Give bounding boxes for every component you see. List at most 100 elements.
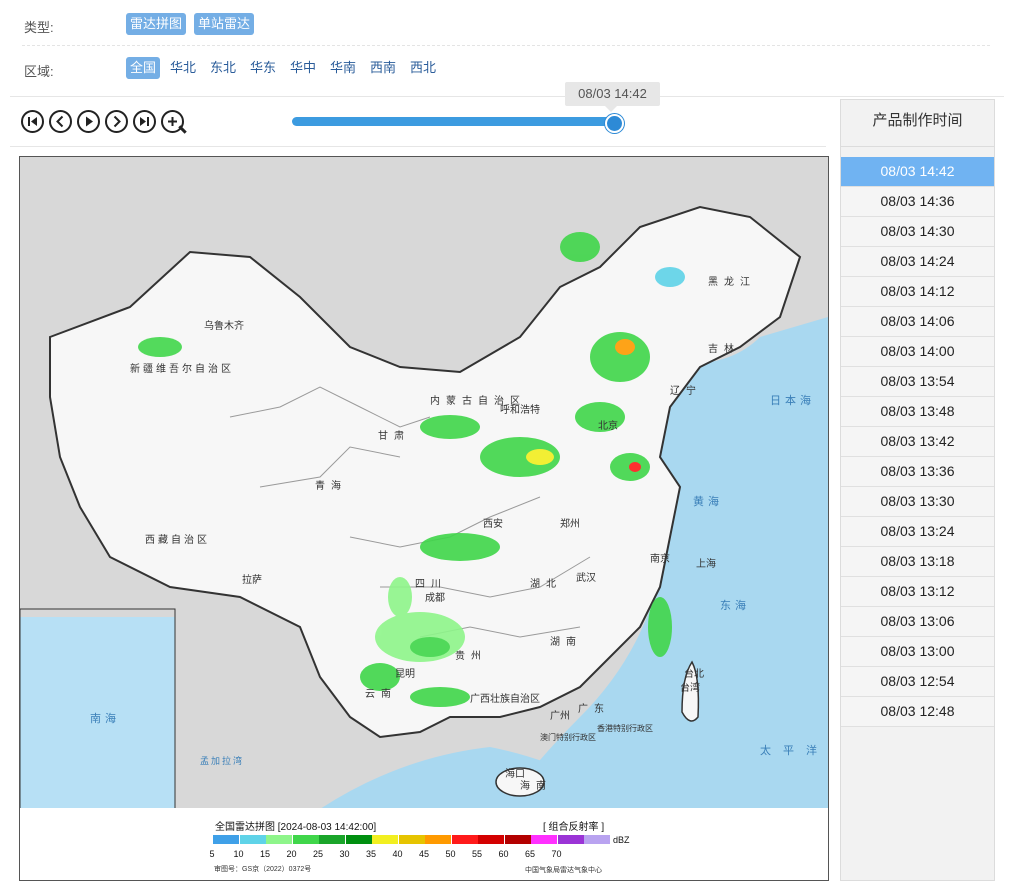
region-option-north[interactable]: 华北 bbox=[166, 57, 200, 79]
time-item[interactable]: 08/03 13:36 bbox=[841, 457, 994, 487]
legend-value: 5 bbox=[209, 849, 215, 859]
map-label-macau: 澳门特别行政区 bbox=[540, 733, 596, 742]
legend-value: 50 bbox=[445, 849, 456, 859]
map-label-tibet: 西藏自治区 bbox=[145, 535, 210, 546]
header-divider bbox=[10, 96, 1004, 97]
time-item[interactable]: 08/03 13:54 bbox=[841, 367, 994, 397]
legend-swatch bbox=[451, 835, 478, 844]
map-label-heilongjiang: 黑龙江 bbox=[708, 277, 756, 288]
region-option-southwest[interactable]: 西南 bbox=[366, 57, 400, 79]
legend-value: 20 bbox=[286, 849, 297, 859]
map-label-huhehaote: 呼和浩特 bbox=[500, 405, 540, 416]
radar-map[interactable]: 新疆维吾尔自治区 乌鲁木齐 西藏自治区 拉萨 青海 甘肃 内蒙古自治区 呼和浩特… bbox=[19, 156, 829, 810]
map-label-haikou: 海口 bbox=[505, 769, 525, 780]
legend-value: 70 bbox=[551, 849, 562, 859]
sea-label-bengal: 孟加拉湾 bbox=[200, 756, 245, 766]
type-option-radar-mosaic[interactable]: 雷达拼图 bbox=[126, 13, 187, 35]
map-label-guizhou: 贵州 bbox=[455, 651, 487, 662]
time-item[interactable]: 08/03 13:24 bbox=[841, 517, 994, 547]
time-item[interactable]: 08/03 14:00 bbox=[841, 337, 994, 367]
sea-label-south: 南海 bbox=[90, 713, 120, 725]
legend-footer-right: 中国气象局雷达气象中心 bbox=[525, 867, 602, 874]
time-item[interactable]: 08/03 14:12 bbox=[841, 277, 994, 307]
legend-value: 30 bbox=[339, 849, 350, 859]
legend-swatch bbox=[319, 835, 345, 844]
play-button[interactable] bbox=[77, 110, 100, 133]
region-option-central[interactable]: 华中 bbox=[286, 57, 320, 79]
map-legend: 全国雷达拼图 [2024-08-03 14:42:00] [ 组合反射率 ] d… bbox=[19, 808, 829, 881]
legend-swatch bbox=[266, 835, 292, 844]
time-item[interactable]: 08/03 14:36 bbox=[841, 187, 994, 217]
skip-first-icon bbox=[28, 117, 37, 126]
controls-divider bbox=[10, 146, 826, 147]
legend-swatch bbox=[584, 835, 610, 844]
time-item[interactable]: 08/03 13:30 bbox=[841, 487, 994, 517]
region-label: 区域: bbox=[24, 64, 54, 79]
time-item[interactable]: 08/03 14:42 bbox=[841, 157, 994, 187]
legend-swatch bbox=[398, 835, 425, 844]
legend-swatch bbox=[531, 835, 557, 844]
last-frame-button[interactable] bbox=[133, 110, 156, 133]
map-label-hubei: 湖北 bbox=[530, 579, 562, 590]
legend-swatch bbox=[239, 835, 266, 844]
time-item[interactable]: 08/03 12:54 bbox=[841, 667, 994, 697]
time-item[interactable]: 08/03 13:18 bbox=[841, 547, 994, 577]
map-label-urumqi: 乌鲁木齐 bbox=[204, 321, 244, 332]
time-tooltip: 08/03 14:42 bbox=[565, 82, 660, 112]
map-label-nanjing: 南京 bbox=[650, 554, 670, 565]
legend-swatch bbox=[345, 835, 372, 844]
next-frame-button[interactable] bbox=[105, 110, 128, 133]
region-option-northwest[interactable]: 西北 bbox=[406, 57, 440, 79]
time-item[interactable]: 08/03 13:00 bbox=[841, 637, 994, 667]
map-label-guangdong: 广东 bbox=[578, 704, 610, 715]
time-item[interactable]: 08/03 14:24 bbox=[841, 247, 994, 277]
map-label-zhengzhou: 郑州 bbox=[560, 519, 580, 530]
region-option-south[interactable]: 华南 bbox=[326, 57, 360, 79]
region-option-all[interactable]: 全国 bbox=[126, 57, 161, 79]
legend-value: 40 bbox=[392, 849, 403, 859]
time-panel: 产品制作时间 08/03 14:42 08/03 14:36 08/03 14:30… bbox=[840, 99, 995, 881]
map-label-jilin: 吉林 bbox=[708, 344, 740, 355]
map-label-qinghai: 青海 bbox=[315, 481, 347, 492]
timeline-slider-thumb[interactable] bbox=[605, 114, 624, 133]
legend-unit: dBZ bbox=[613, 835, 630, 845]
time-item[interactable]: 08/03 13:48 bbox=[841, 397, 994, 427]
legend-swatch bbox=[504, 835, 531, 844]
legend-value: 45 bbox=[418, 849, 429, 859]
chevron-left-icon bbox=[56, 115, 64, 128]
first-frame-button[interactable] bbox=[21, 110, 44, 133]
map-label-xian: 西安 bbox=[483, 519, 503, 530]
filter-divider bbox=[22, 45, 990, 46]
region-option-northeast[interactable]: 东北 bbox=[206, 57, 240, 79]
time-item[interactable]: 08/03 13:12 bbox=[841, 577, 994, 607]
type-label: 类型: bbox=[24, 20, 54, 35]
skip-last-icon bbox=[140, 117, 149, 126]
legend-swatch bbox=[213, 835, 239, 844]
legend-swatch bbox=[292, 835, 319, 844]
legend-title: 全国雷达拼图 [2024-08-03 14:42:00] bbox=[215, 822, 377, 833]
legend-swatch bbox=[425, 835, 451, 844]
region-option-east[interactable]: 华东 bbox=[246, 57, 280, 79]
map-label-taiwan: 台湾 bbox=[680, 683, 700, 694]
chevron-right-icon bbox=[113, 115, 121, 128]
sea-label-pacific: 太平洋 bbox=[760, 745, 829, 757]
type-option-single-station[interactable]: 单站雷达 bbox=[194, 13, 255, 35]
map-label-sichuan: 四川 bbox=[415, 579, 447, 590]
time-item[interactable]: 08/03 12:48 bbox=[841, 697, 994, 727]
map-label-chengdu: 成都 bbox=[425, 593, 445, 604]
legend-kind: [ 组合反射率 ] bbox=[543, 822, 605, 833]
timeline-slider[interactable] bbox=[292, 117, 612, 126]
previous-frame-button[interactable] bbox=[49, 110, 72, 133]
map-label-xinjiang: 新疆维吾尔自治区 bbox=[130, 364, 234, 375]
legend-swatch bbox=[478, 835, 504, 844]
legend-value: 65 bbox=[524, 849, 535, 859]
time-panel-header: 产品制作时间 bbox=[841, 100, 994, 147]
sea-label-japan: 日本海 bbox=[770, 395, 815, 407]
map-label-shanghai: 上海 bbox=[696, 559, 716, 570]
time-item[interactable]: 08/03 13:42 bbox=[841, 427, 994, 457]
time-item[interactable]: 08/03 14:30 bbox=[841, 217, 994, 247]
time-item[interactable]: 08/03 13:06 bbox=[841, 607, 994, 637]
time-item[interactable]: 08/03 14:06 bbox=[841, 307, 994, 337]
map-label-gansu: 甘肃 bbox=[378, 431, 410, 442]
legend-value: 60 bbox=[498, 849, 509, 859]
